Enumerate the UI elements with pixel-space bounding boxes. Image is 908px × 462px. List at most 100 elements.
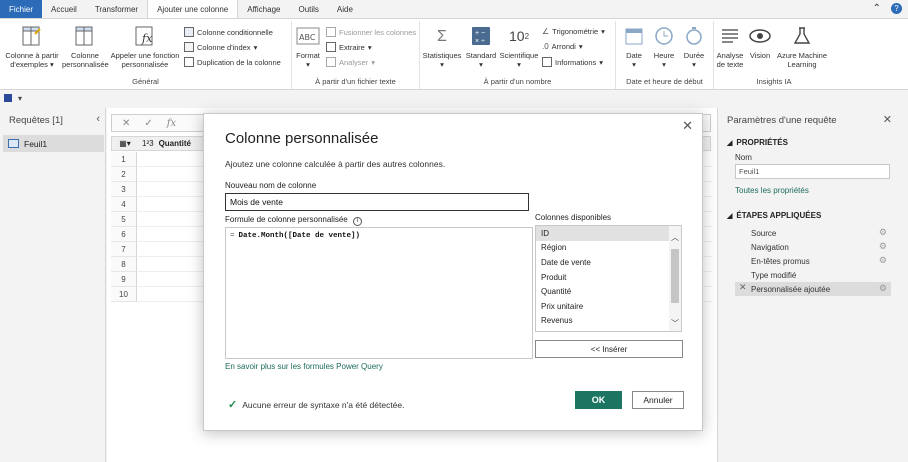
list-item[interactable]: Coûts <box>536 328 669 332</box>
duration-button[interactable]: Durée ▾ <box>679 23 709 69</box>
quick-access-dropdown-icon[interactable]: ▾ <box>18 94 22 103</box>
step-changed-type[interactable]: Type modifié <box>735 268 891 282</box>
chevron-up-icon[interactable]: ︿ <box>671 232 679 243</box>
invoke-function-button[interactable]: fx Appeler une fonction personnalisée <box>108 23 182 69</box>
tab-add-column[interactable]: Ajouter une colonne <box>147 0 239 18</box>
cancel-formula-icon[interactable]: ✕ <box>122 118 130 129</box>
time-button[interactable]: Heure ▾ <box>649 23 679 69</box>
learn-more-link[interactable]: En savoir plus sur les formules Power Qu… <box>225 362 383 371</box>
row-number[interactable]: 5 <box>111 212 137 227</box>
group-ai: Analyse de texte Vision Azure Machine Le… <box>714 21 834 89</box>
properties-header[interactable]: ◢ PROPRIÉTÉS <box>727 138 788 147</box>
table-icon <box>8 139 19 148</box>
list-item[interactable]: Quantité <box>536 284 669 299</box>
gear-icon[interactable]: ⚙ <box>879 227 887 238</box>
statistics-button[interactable]: Σ Statistiques ▾ <box>422 23 462 69</box>
applied-steps-header[interactable]: ◢ ÉTAPES APPLIQUÉES <box>727 211 821 220</box>
list-item[interactable]: Prix unitaire <box>536 299 669 314</box>
scientific-button[interactable]: 10 2 Scientifique ▾ <box>498 23 540 70</box>
information-button[interactable]: Informations ▾ <box>542 57 603 67</box>
list-item[interactable]: ID <box>536 226 669 241</box>
standard-button[interactable]: + − × ÷ Standard ▾ <box>464 23 498 69</box>
azure-ml-button[interactable]: Azure Machine Learning <box>774 23 830 69</box>
gear-icon[interactable]: ⚙ <box>879 255 887 266</box>
row-number[interactable]: 1 <box>111 152 137 167</box>
tab-help[interactable]: Aide <box>328 0 362 18</box>
row-number[interactable]: 10 <box>111 287 137 302</box>
list-item[interactable]: Revenus <box>536 314 669 329</box>
tab-view[interactable]: Affichage <box>238 0 289 18</box>
step-promoted-headers[interactable]: En-têtes promus ⚙ <box>735 254 891 268</box>
quick-access-bar: ▾ <box>0 90 908 106</box>
ribbon-controls: ⌃ ? <box>873 3 902 14</box>
merge-columns-button[interactable]: Fusionner les colonnes <box>326 27 416 37</box>
queries-title: Requêtes [1] <box>9 115 63 126</box>
date-button[interactable]: Date ▾ <box>620 23 648 69</box>
index-column-button[interactable]: Colonne d'index ▾ <box>184 42 257 52</box>
text-analytics-button[interactable]: Analyse de texte <box>714 23 746 69</box>
syntax-status: ✓ Aucune erreur de syntaxe n'a été détec… <box>228 399 405 411</box>
step-added-custom[interactable]: ✕ Personnalisée ajoutée ⚙ <box>735 282 891 296</box>
trigonometry-button[interactable]: ∠ Trigonométrie ▾ <box>542 27 605 36</box>
formula-editor[interactable]: = Date.Month([Date de vente]) <box>225 227 533 359</box>
gear-icon[interactable]: ⚙ <box>879 241 887 252</box>
fx-icon[interactable]: fx <box>167 118 176 129</box>
collapse-ribbon-icon[interactable]: ⌃ <box>873 3 881 14</box>
query-item-feuil1[interactable]: Feuil1 <box>3 135 104 152</box>
cancel-button[interactable]: Annuler <box>632 391 684 409</box>
tab-transform[interactable]: Transformer <box>86 0 147 18</box>
collapse-queries-icon[interactable]: ‹ <box>96 113 100 125</box>
row-number[interactable]: 6 <box>111 227 137 242</box>
column-type-icon[interactable]: 1²3 <box>142 139 154 148</box>
gear-icon[interactable]: ⚙ <box>879 283 887 294</box>
vision-button[interactable]: Vision <box>746 23 774 60</box>
group-from-text: ABC Format ▾ Fusionner les colonnes Extra… <box>292 21 420 89</box>
eye-icon <box>746 23 774 49</box>
format-button[interactable]: ABC Format ▾ <box>294 23 322 69</box>
extract-button[interactable]: Extraire ▾ <box>326 42 372 52</box>
close-settings-icon[interactable]: ✕ <box>883 113 892 126</box>
step-source[interactable]: Source ⚙ <box>735 226 891 240</box>
conditional-column-button[interactable]: Colonne conditionnelle <box>184 27 273 37</box>
confirm-formula-icon[interactable]: ✓ <box>144 118 152 129</box>
format-abc-icon: ABC <box>294 23 322 49</box>
text-lines-icon <box>716 23 744 49</box>
insert-button[interactable]: << Insérer <box>535 340 683 358</box>
tab-tools[interactable]: Outils <box>289 0 327 18</box>
help-icon[interactable]: ? <box>891 3 902 14</box>
tab-file[interactable]: Fichier <box>0 0 43 18</box>
ok-button[interactable]: OK <box>575 391 622 409</box>
list-item[interactable]: Région <box>536 241 669 256</box>
row-number[interactable]: 7 <box>111 242 137 257</box>
step-navigation[interactable]: Navigation ⚙ <box>735 240 891 254</box>
custom-column-button[interactable]: Colonne personnalisée <box>62 23 109 69</box>
all-properties-link[interactable]: Toutes les propriétés <box>735 186 809 195</box>
column-header-quantity[interactable]: Quantité <box>159 139 191 148</box>
duplicate-column-button[interactable]: Duplication de la colonne <box>184 57 281 67</box>
available-columns-list[interactable]: ID Région Date de vente Produit Quantité Prix… <box>535 225 682 332</box>
calculator-icon: + − × ÷ <box>467 23 495 49</box>
group-label-datetime: Date et heure de début <box>626 77 703 86</box>
close-dialog-icon[interactable]: ✕ <box>682 118 693 134</box>
column-from-examples-button[interactable]: Colonne à partir d'exemples ▾ <box>2 23 62 69</box>
tab-home[interactable]: Accueil <box>42 0 86 18</box>
query-name-input[interactable]: Feuil1 <box>735 164 890 179</box>
parse-button[interactable]: Analyser ▾ <box>326 57 375 67</box>
column-name-input[interactable] <box>225 193 529 211</box>
chevron-down-icon[interactable]: ﹀ <box>671 318 679 329</box>
info-icon[interactable]: i <box>352 217 362 226</box>
row-number[interactable]: 3 <box>111 182 137 197</box>
row-number[interactable]: 9 <box>111 272 137 287</box>
list-item[interactable]: Produit <box>536 270 669 285</box>
row-number[interactable]: 8 <box>111 257 137 272</box>
list-scrollbar[interactable]: ︿ ﹀ <box>669 226 681 331</box>
save-icon[interactable] <box>4 94 12 102</box>
row-number[interactable]: 4 <box>111 197 137 212</box>
delete-step-icon[interactable]: ✕ <box>739 282 747 293</box>
row-number[interactable]: 2 <box>111 167 137 182</box>
rounding-button[interactable]: .0 Arrondi ▾ <box>542 42 583 51</box>
table-menu-icon[interactable]: ▦▾ <box>112 139 138 148</box>
svg-text:ABC: ABC <box>299 33 316 42</box>
list-item[interactable]: Date de vente <box>536 255 669 270</box>
scroll-thumb[interactable] <box>671 249 679 303</box>
